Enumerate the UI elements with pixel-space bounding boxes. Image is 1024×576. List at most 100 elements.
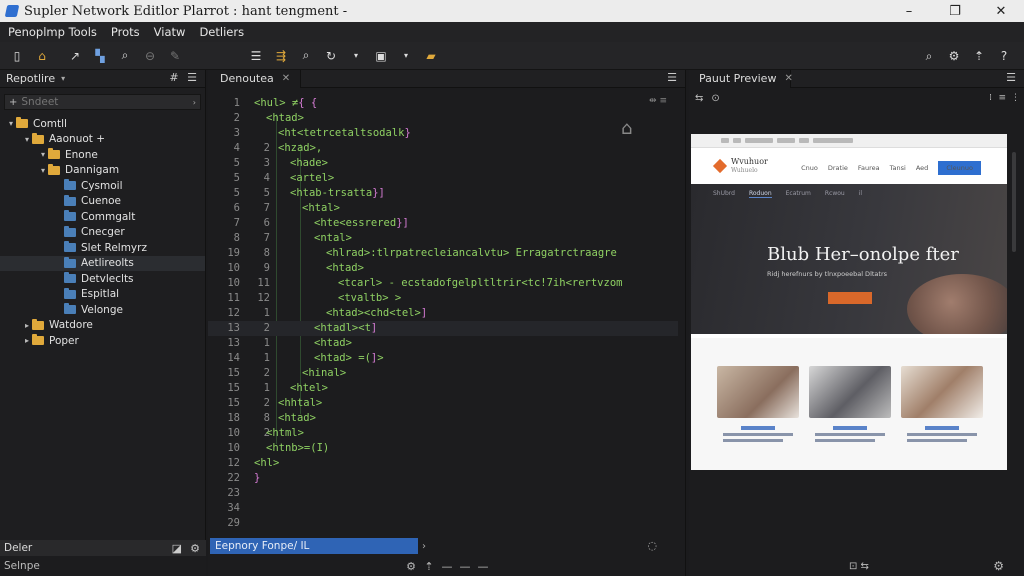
code-line[interactable]: 34 xyxy=(208,501,678,516)
preview-card[interactable] xyxy=(717,366,799,442)
search-icon[interactable]: ⌕ xyxy=(114,45,136,67)
tree-item[interactable]: Velonge xyxy=(0,302,205,318)
search-field[interactable]: + › xyxy=(4,94,201,110)
export-icon[interactable]: ◪ xyxy=(172,542,182,555)
tree-item[interactable]: ▾ Comtll xyxy=(0,116,205,132)
help-icon[interactable]: ? xyxy=(993,45,1015,67)
tree-item[interactable]: ▸ Watdore xyxy=(0,318,205,334)
bookmark-icon[interactable]: ▰ xyxy=(420,45,442,67)
tree-item[interactable]: Cuenoe xyxy=(0,194,205,210)
tree-item[interactable]: Slet Relmyrz xyxy=(0,240,205,256)
chevron-down-icon[interactable]: ▾ xyxy=(22,135,32,144)
site-nav-link[interactable]: Aed xyxy=(916,164,928,172)
code-line[interactable]: 5 5 <htab-trsatta}] xyxy=(208,186,678,201)
site-subnav-link[interactable]: Roduon xyxy=(748,190,772,198)
tree-item[interactable]: Detvleclts xyxy=(0,271,205,287)
code-line[interactable]: 15 2 <hhtal> xyxy=(208,396,678,411)
preview-scrollbar[interactable] xyxy=(1012,152,1016,252)
code-line[interactable]: 10 9 <htad> xyxy=(208,261,678,276)
code-line[interactable]: 29 xyxy=(208,516,678,531)
site-nav-link[interactable]: Dratie xyxy=(828,164,848,172)
settings-icon[interactable]: ⚙ xyxy=(943,45,965,67)
code-line[interactable]: 18 8 <htad> xyxy=(208,411,678,426)
brush-icon[interactable]: ✎ xyxy=(164,45,186,67)
tree-item[interactable]: ▾ Aaonuot + xyxy=(0,132,205,148)
refresh-icon[interactable]: ↻ xyxy=(320,45,342,67)
code-line[interactable]: 2 <htad> xyxy=(208,111,678,126)
close-button[interactable]: ✕ xyxy=(978,0,1024,22)
maximize-button[interactable]: ❐ xyxy=(932,0,978,22)
repository-title[interactable]: Repotlire xyxy=(6,72,55,85)
site-nav-link[interactable]: Faurea xyxy=(858,164,880,172)
code-line[interactable]: 10 2 <html> xyxy=(208,426,678,441)
lock-icon[interactable]: ⊖ xyxy=(139,45,161,67)
code-line[interactable]: 12 <hl> xyxy=(208,456,678,471)
chevron-right-icon[interactable]: ▸ xyxy=(22,321,32,330)
code-line[interactable]: 14 1 <htad> =(]> xyxy=(208,351,678,366)
preview-card[interactable] xyxy=(901,366,983,442)
code-line[interactable]: 19 8 <hlrad>:tlrpatrecleiancalvtu> Erragat… xyxy=(208,246,678,261)
site-subnav-link[interactable]: Ecatrum xyxy=(786,190,811,198)
settings-icon[interactable]: ⚙ xyxy=(993,559,1004,573)
code-line[interactable]: 11 12 <tvaltb> > xyxy=(208,291,678,306)
dash-icon[interactable]: — xyxy=(474,560,492,573)
menu-view[interactable]: Viatw xyxy=(154,25,186,39)
close-icon[interactable]: ✕ xyxy=(282,73,290,84)
cursor-icon[interactable]: ↗ xyxy=(64,45,86,67)
code-line[interactable]: 10 11 <tcarl> - ecstadofgelpltltrir<tc!7ih… xyxy=(208,276,678,291)
chevron-down-icon[interactable]: ▾ xyxy=(38,150,48,159)
chevron-down-icon[interactable]: ▾ xyxy=(345,45,367,67)
code-line[interactable]: 15 1 <htel> xyxy=(208,381,678,396)
chevron-down-icon[interactable]: ▾ xyxy=(395,45,417,67)
code-line[interactable]: 1 <hul> ≠{ { xyxy=(208,96,678,111)
align-icon[interactable]: ⇶ xyxy=(270,45,292,67)
menu-icon[interactable]: ☰ xyxy=(183,71,201,84)
menu-icon[interactable]: ☰ xyxy=(1002,71,1020,84)
up-icon[interactable]: ⇡ xyxy=(420,560,438,573)
tree-item[interactable]: ▾ Enone xyxy=(0,147,205,163)
search-input[interactable] xyxy=(17,96,178,108)
new-file-icon[interactable]: ▯ xyxy=(6,45,28,67)
site-subnav-link[interactable]: Rcwou xyxy=(825,190,845,198)
site-nav-link[interactable]: Cnuo xyxy=(801,164,818,172)
home-icon[interactable]: ⌂ xyxy=(621,118,643,140)
preview-page[interactable]: Wvuhuor Wuhuelo Cnuo Dratie Faurea Tansi… xyxy=(691,134,1007,470)
code-line[interactable]: 22} xyxy=(208,471,678,486)
add-icon[interactable]: + xyxy=(9,97,17,108)
menu-icon[interactable]: ☰ xyxy=(663,71,681,84)
site-subnav-link[interactable]: ShUbrd xyxy=(713,190,735,198)
zoom-icon[interactable]: ⊙ xyxy=(711,93,719,104)
code-line[interactable]: 5 3 <hade> xyxy=(208,156,678,171)
code-line[interactable]: 13 1 <htad> xyxy=(208,336,678,351)
home-icon[interactable]: ⌂ xyxy=(31,45,53,67)
device-icon[interactable]: ⇆ xyxy=(695,93,703,104)
split-icon[interactable]: ⇹ ≡ xyxy=(649,96,667,106)
code-line[interactable]: 6 7 <htal> xyxy=(208,201,678,216)
dash-icon[interactable]: — xyxy=(456,560,474,573)
search-icon[interactable]: ⌕ xyxy=(918,45,940,67)
chevron-right-icon[interactable]: ▸ xyxy=(22,336,32,345)
preview-card[interactable] xyxy=(809,366,891,442)
site-cta-button[interactable]: Cleunuo xyxy=(938,161,981,175)
hero-button[interactable] xyxy=(828,292,872,304)
layout-icon[interactable]: ▣ xyxy=(370,45,392,67)
upload-icon[interactable]: ⇡ xyxy=(968,45,990,67)
tree-item[interactable]: ▾ Dannigam xyxy=(0,163,205,179)
tree-item[interactable]: Aetlireolts xyxy=(0,255,205,271)
grid-icon[interactable]: ⁞ xyxy=(989,93,992,103)
site-nav-link[interactable]: Tansi xyxy=(890,164,906,172)
chevron-right-icon[interactable]: › xyxy=(422,541,426,552)
tab-denoutea[interactable]: Denoutea ✕ xyxy=(208,69,302,88)
chevron-right-icon[interactable]: › xyxy=(193,98,196,107)
chevron-down-icon[interactable]: ▾ xyxy=(61,74,65,83)
code-line[interactable]: 5 4 <artel> xyxy=(208,171,678,186)
tab-preview[interactable]: Pauut Preview ✕ xyxy=(689,69,793,88)
component-icon[interactable]: ▚ xyxy=(89,45,111,67)
chevron-down-icon[interactable]: ▾ xyxy=(6,119,16,128)
menu-tools[interactable]: Penoplmp Tools xyxy=(8,25,97,39)
grid-icon[interactable]: # xyxy=(165,71,183,84)
tree-item[interactable]: Cysmoil xyxy=(0,178,205,194)
dash-icon[interactable]: — xyxy=(438,560,456,573)
tree-item[interactable]: ▸ Poper xyxy=(0,333,205,349)
tree-item[interactable]: Espitlal xyxy=(0,287,205,303)
